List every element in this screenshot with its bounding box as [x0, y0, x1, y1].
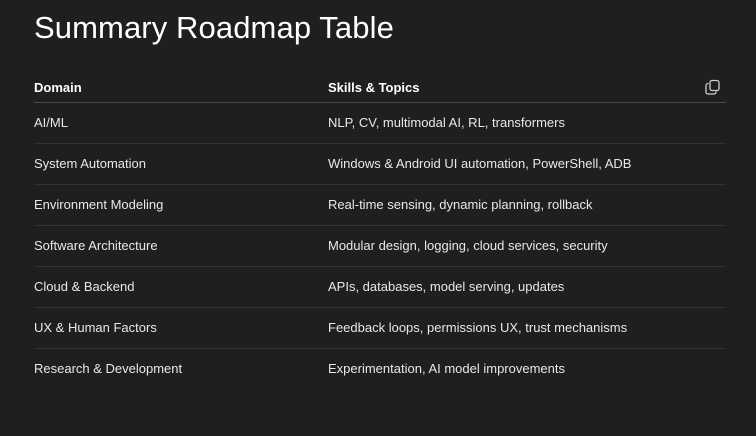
cell-skills: Modular design, logging, cloud services,… [328, 238, 608, 253]
cell-domain: Cloud & Backend [34, 279, 135, 294]
page-title: Summary Roadmap Table [34, 10, 394, 45]
table-row: UX & Human Factors Feedback loops, permi… [34, 308, 726, 349]
table-header: Domain Skills & Topics [34, 72, 726, 103]
copy-icon[interactable] [704, 78, 722, 96]
table-row: AI/ML NLP, CV, multimodal AI, RL, transf… [34, 103, 726, 144]
cell-domain: AI/ML [34, 115, 68, 130]
header-skills-topics: Skills & Topics [328, 80, 420, 95]
cell-domain: Software Architecture [34, 238, 158, 253]
table-row: Research & Development Experimentation, … [34, 349, 726, 389]
cell-skills: APIs, databases, model serving, updates [328, 279, 565, 294]
cell-domain: UX & Human Factors [34, 320, 157, 335]
cell-skills: Real-time sensing, dynamic planning, rol… [328, 197, 593, 212]
cell-domain: Environment Modeling [34, 197, 164, 212]
cell-skills: Windows & Android UI automation, PowerSh… [328, 156, 632, 171]
table-row: Cloud & Backend APIs, databases, model s… [34, 267, 726, 308]
table-row: Software Architecture Modular design, lo… [34, 226, 726, 267]
cell-domain: Research & Development [34, 361, 183, 376]
cell-domain: System Automation [34, 156, 146, 171]
table-row: System Automation Windows & Android UI a… [34, 144, 726, 185]
header-domain: Domain [34, 80, 82, 95]
cell-skills: Experimentation, AI model improvements [328, 361, 565, 376]
cell-skills: Feedback loops, permissions UX, trust me… [328, 320, 628, 335]
cell-skills: NLP, CV, multimodal AI, RL, transformers [328, 115, 565, 130]
table-row: Environment Modeling Real-time sensing, … [34, 185, 726, 226]
roadmap-table: Domain Skills & Topics AI/ML NLP, CV, mu… [34, 72, 726, 389]
